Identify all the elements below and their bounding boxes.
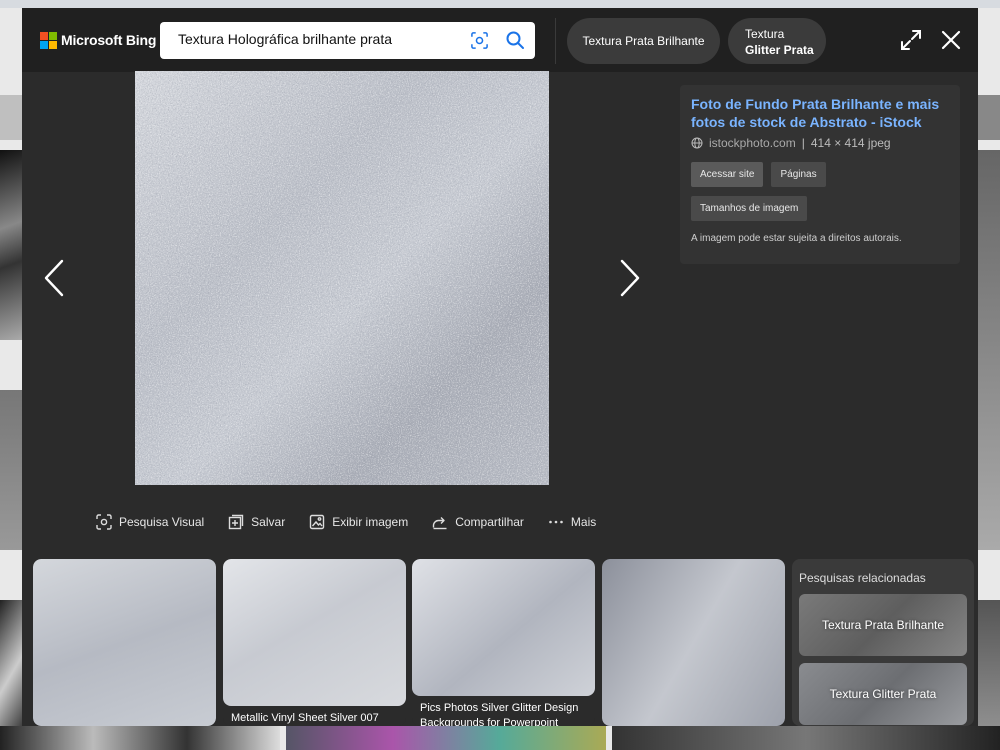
thumbnail-image <box>412 559 595 696</box>
info-button-row: Tamanhos de imagem <box>691 196 949 221</box>
visual-search-icon <box>96 514 112 530</box>
browser-tab-strip <box>0 0 1000 8</box>
related-pill[interactable]: Textura Prata Brilhante <box>567 18 720 64</box>
thumbnail-caption: Metallic Vinyl Sheet Silver 007 <box>231 712 379 724</box>
image-title-link[interactable]: Foto de Fundo Prata Brilhante e mais fot… <box>691 95 946 131</box>
image-icon <box>309 514 325 530</box>
image-source-meta: istockphoto.com | 414 × 414 jpeg <box>691 134 949 152</box>
share-icon <box>433 517 447 530</box>
share-button[interactable]: Compartilhar <box>432 514 524 530</box>
thumbnail-image <box>223 559 406 706</box>
image-info-panel: Foto de Fundo Prata Brilhante e mais fot… <box>680 85 960 264</box>
related-thumbnail[interactable] <box>33 559 216 726</box>
logo-text: Microsoft Bing <box>61 32 157 48</box>
related-search-item[interactable]: Textura Prata Brilhante <box>799 594 967 656</box>
background-thumbnail <box>978 150 1000 550</box>
related-thumbnail[interactable] <box>602 559 785 726</box>
related-thumbnail[interactable]: Pics Photos Silver Glitter Design Backgr… <box>412 559 595 726</box>
bing-logo[interactable]: Microsoft Bing <box>40 32 157 49</box>
related-searches-title: Pesquisas relacionadas <box>799 571 926 585</box>
thumbnail-image <box>33 559 216 726</box>
meta-separator: | <box>801 136 805 150</box>
visual-search-label: Pesquisa Visual <box>119 515 205 529</box>
related-searches-panel: Pesquisas relacionadas Textura Prata Bri… <box>792 559 974 726</box>
background-thumbnail <box>978 95 1000 140</box>
copyright-notice: A imagem pode estar sujeita a direitos a… <box>691 233 902 244</box>
image-detail-modal: Microsoft Bing Textura Prata Brilhante T… <box>22 8 978 726</box>
background-thumbnail <box>0 150 22 340</box>
pages-button[interactable]: Páginas <box>771 162 826 187</box>
background-thumbnail <box>0 390 22 550</box>
more-button[interactable]: Mais <box>548 514 596 530</box>
save-label: Salvar <box>251 515 286 529</box>
view-image-label: Exibir imagem <box>332 515 409 529</box>
background-thumbnail <box>612 726 1000 750</box>
image-sizes-button[interactable]: Tamanhos de imagem <box>691 196 808 221</box>
thumbnail-image <box>602 559 785 726</box>
visit-site-button[interactable]: Acessar site <box>691 162 764 187</box>
background-thumbnail <box>0 726 280 750</box>
modal-header: Microsoft Bing Textura Prata Brilhante T… <box>22 8 978 72</box>
main-image[interactable] <box>135 71 549 485</box>
previous-image-icon[interactable] <box>42 258 66 298</box>
background-thumbnail <box>0 95 22 140</box>
related-pill-label-bold: Glitter Prata <box>745 43 814 57</box>
globe-icon <box>691 137 703 149</box>
close-icon[interactable] <box>940 29 962 51</box>
header-divider <box>555 18 556 64</box>
related-pill[interactable]: Textura Glitter Prata <box>728 18 826 64</box>
more-label: Mais <box>570 515 597 529</box>
visual-search-icon[interactable] <box>470 31 489 50</box>
info-button-row: Acessar site Páginas <box>691 162 949 187</box>
related-search-item[interactable]: Textura Glitter Prata <box>799 663 967 725</box>
share-label: Compartilhar <box>455 515 524 529</box>
related-images-strip: Metallic Vinyl Sheet Silver 007 Pics Pho… <box>22 559 978 726</box>
expand-icon[interactable] <box>900 29 922 51</box>
background-thumbnail <box>286 726 606 750</box>
save-button[interactable]: Salvar <box>228 514 285 530</box>
microsoft-logo-icon <box>40 32 57 49</box>
thumbnail-caption: Pics Photos Silver Glitter Design Backgr… <box>420 702 579 726</box>
related-thumbnail[interactable]: Metallic Vinyl Sheet Silver 007 <box>223 559 406 726</box>
image-dimensions: 414 × 414 jpeg <box>810 136 891 150</box>
visual-search-button[interactable]: Pesquisa Visual <box>96 514 204 530</box>
search-icon[interactable] <box>505 30 525 50</box>
related-pill-label: Textura <box>745 27 785 41</box>
view-image-button[interactable]: Exibir imagem <box>309 514 408 530</box>
image-action-bar: Pesquisa Visual Salvar Exibir imagem Com… <box>96 514 596 530</box>
more-dots-icon <box>549 520 563 524</box>
add-collection-icon <box>228 514 244 530</box>
search-input[interactable] <box>178 31 458 47</box>
search-box <box>160 22 535 59</box>
next-image-icon[interactable] <box>618 258 642 298</box>
related-pill-label: Textura Prata Brilhante <box>582 34 705 48</box>
source-domain[interactable]: istockphoto.com <box>709 136 796 150</box>
